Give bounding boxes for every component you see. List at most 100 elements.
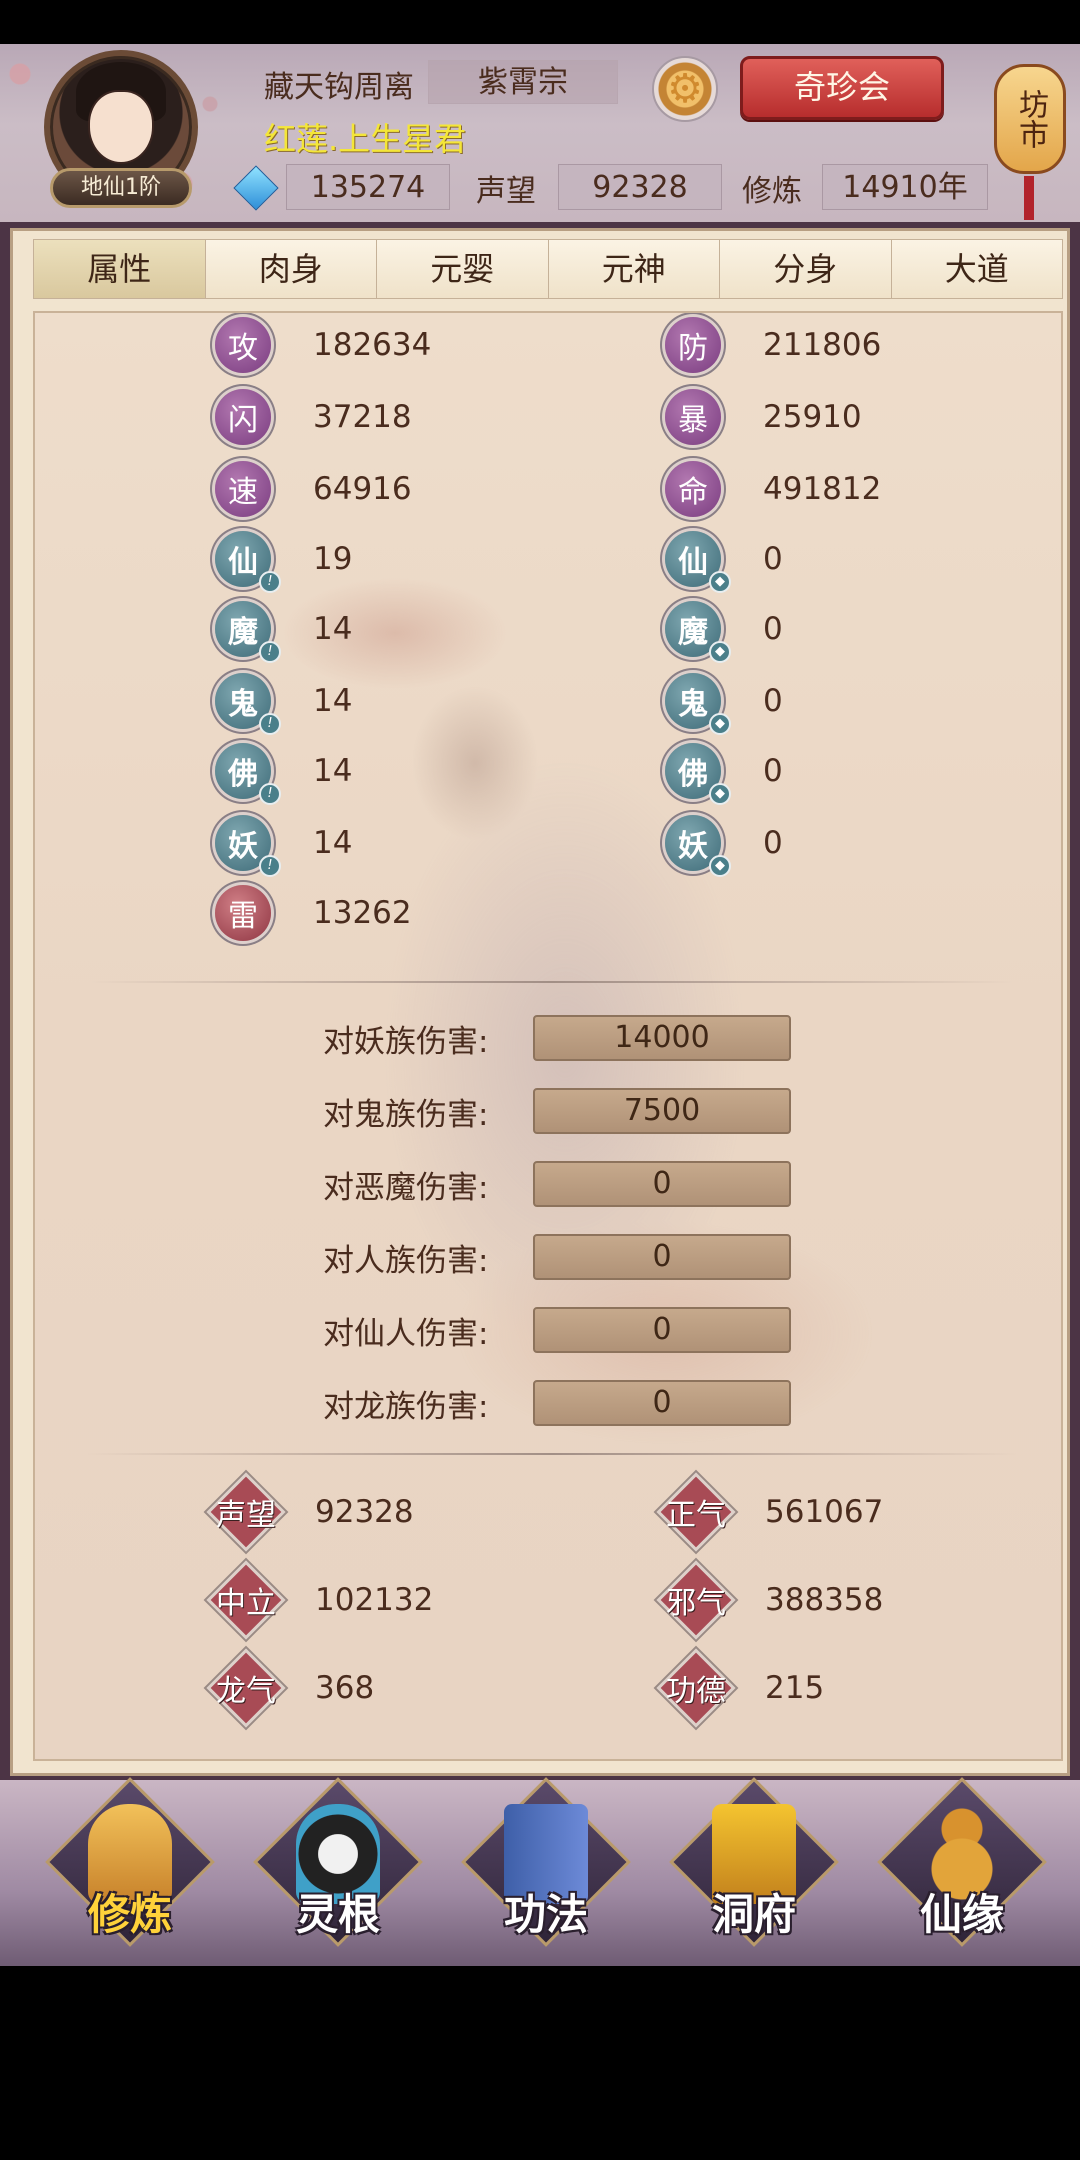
damage-row: 对仙人伤害: 0 [323, 1307, 791, 1353]
stat-demon-def: 魔 ◆ 0 [665, 599, 783, 663]
damage-value: 14000 [533, 1015, 791, 1061]
tab-primordial-spirit[interactable]: 元神 [548, 240, 720, 298]
status-bar [0, 0, 1080, 44]
tassel-icon [1024, 176, 1034, 220]
stat-ghost-def: 鬼 ◆ 0 [665, 671, 783, 735]
gem-count: 135274 [286, 164, 450, 210]
gear-icon[interactable]: ⚙ [652, 56, 718, 122]
shield-sub-icon: ◆ [709, 713, 731, 735]
icon-glyph: 仙 [678, 545, 708, 580]
rank-badge: 地仙1阶 [50, 168, 192, 208]
icon-glyph: 魔 [678, 615, 708, 650]
hp-icon: 命 [665, 461, 721, 517]
sword-sub-icon: ! [259, 783, 281, 805]
stat-value: 0 [763, 611, 783, 647]
stat-speed: 速 64916 [215, 459, 412, 519]
stat-value: 13262 [313, 895, 412, 931]
evil-icon: 邪气 [660, 1564, 732, 1636]
attributes-content: 攻 182634 闪 37218 速 64916 仙! 19 魔! 14 鬼! … [33, 311, 1063, 1761]
speed-icon: 速 [215, 461, 271, 517]
repu-row-evil: 邪气 388358 [660, 1564, 884, 1636]
icon-glyph: 仙 [228, 545, 258, 580]
stat-attack: 攻 182634 [215, 315, 431, 375]
damage-row: 对妖族伤害: 14000 [323, 1015, 791, 1061]
repu-value: 388358 [765, 1582, 884, 1618]
tab-nascent-soul[interactable]: 元婴 [377, 240, 549, 298]
stat-buddha-atk: 佛! 14 [215, 741, 352, 805]
sect-name: 紫霄宗 [428, 60, 618, 104]
stat-value: 0 [763, 825, 783, 861]
attack-icon: 攻 [215, 317, 271, 373]
buddha-icon: 佛 ◆ [665, 743, 731, 805]
tab-clone[interactable]: 分身 [720, 240, 892, 298]
nav-immortal-fate[interactable]: 仙缘 [877, 1777, 1047, 1952]
merit-icon: 功德 [660, 1652, 732, 1724]
damage-label: 对人族伤害: [323, 1242, 489, 1279]
attribute-panel-frame: 属性 肉身 元婴 元神 分身 大道 攻 182634 闪 37218 速 649… [0, 222, 1080, 1780]
damage-label: 对恶魔伤害: [323, 1169, 489, 1206]
buddha-icon: 佛! [215, 743, 281, 805]
icon-glyph: 鬼 [678, 687, 708, 722]
tab-bar: 属性 肉身 元婴 元神 分身 大道 [33, 239, 1063, 299]
stat-value: 37218 [313, 399, 412, 435]
repu-row-merit: 功德 215 [660, 1652, 824, 1724]
stat-yao-atk: 妖! 14 [215, 813, 352, 877]
damage-label: 对龙族伤害: [323, 1388, 489, 1425]
icon-glyph: 鬼 [228, 687, 258, 722]
damage-value: 7500 [533, 1088, 791, 1134]
section-divider [87, 1453, 1017, 1455]
stat-value: 0 [763, 753, 783, 789]
section-divider [87, 981, 1017, 983]
repu-row-reputation: 声望 92328 [210, 1476, 414, 1548]
defense-icon: 防 [665, 317, 721, 373]
tab-attributes[interactable]: 属性 [34, 240, 206, 298]
repu-row-neutral: 中立 102132 [210, 1564, 434, 1636]
tab-dao[interactable]: 大道 [891, 240, 1062, 298]
sword-sub-icon: ! [259, 855, 281, 877]
repu-value: 92328 [315, 1494, 414, 1530]
reputation-icon: 声望 [210, 1476, 282, 1548]
damage-value: 0 [533, 1307, 791, 1353]
shield-sub-icon: ◆ [709, 641, 731, 663]
nav-label: 灵根 [295, 1890, 380, 1939]
damage-value: 0 [533, 1380, 791, 1426]
stat-immortal-atk: 仙! 19 [215, 529, 353, 593]
damage-row: 对鬼族伤害: 7500 [323, 1088, 791, 1134]
damage-value: 0 [533, 1234, 791, 1280]
avatar-face [88, 90, 154, 164]
treasure-fair-button[interactable]: 奇珍会 [740, 56, 944, 120]
avatar[interactable]: 地仙1阶 [36, 50, 206, 220]
damage-row: 对龙族伤害: 0 [323, 1380, 791, 1426]
stat-value: 25910 [763, 399, 862, 435]
stat-value: 0 [763, 541, 783, 577]
dragon-qi-icon: 龙气 [210, 1652, 282, 1724]
shield-sub-icon: ◆ [709, 855, 731, 877]
repu-value: 102132 [315, 1582, 434, 1618]
stat-crit: 暴 25910 [665, 387, 862, 447]
stat-demon-atk: 魔! 14 [215, 599, 352, 663]
nav-label: 仙缘 [919, 1890, 1004, 1939]
tab-body[interactable]: 肉身 [205, 240, 377, 298]
sword-sub-icon: ! [259, 641, 281, 663]
ghost-icon: 鬼 ◆ [665, 673, 731, 735]
market-lantern-button[interactable]: 坊市 [990, 44, 1070, 222]
market-label: 坊市 [994, 64, 1066, 174]
nav-label: 修炼 [87, 1890, 172, 1939]
stat-dodge: 闪 37218 [215, 387, 412, 447]
nav-label: 功法 [503, 1890, 588, 1939]
yao-icon: 妖! [215, 815, 281, 877]
demon-icon: 魔! [215, 601, 281, 663]
repu-value: 368 [315, 1670, 375, 1706]
damage-label: 对妖族伤害: [323, 1023, 489, 1060]
stat-value: 211806 [763, 327, 882, 363]
nav-cave-mansion[interactable]: 洞府 [669, 1777, 839, 1952]
nav-technique[interactable]: 功法 [461, 1777, 631, 1952]
ghost-icon: 鬼! [215, 673, 281, 735]
stat-value: 19 [313, 541, 353, 577]
stat-thunder: 雷 13262 [215, 883, 412, 943]
nav-cultivate[interactable]: 修炼 [45, 1777, 215, 1952]
stat-value: 182634 [313, 327, 432, 363]
sword-sub-icon: ! [259, 713, 281, 735]
repu-value: 561067 [765, 1494, 884, 1530]
nav-spirit-root[interactable]: 灵根 [253, 1777, 423, 1952]
